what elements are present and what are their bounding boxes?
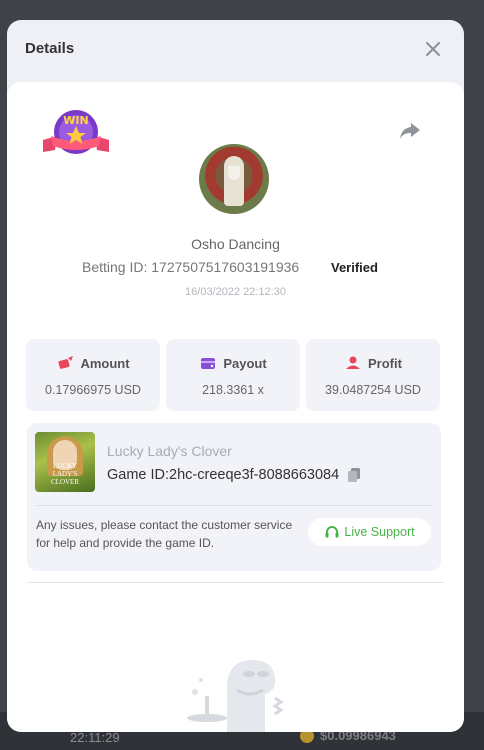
share-button[interactable] — [398, 118, 422, 142]
card-divider — [35, 505, 433, 506]
stat-profit: Profit 39.0487254 USD — [306, 339, 440, 411]
betting-id: Betting ID: 1727507517603191936 — [82, 259, 299, 275]
game-thumbnail[interactable]: LUCKY LADY'S CLOVER — [35, 432, 95, 492]
details-content: WIN Osho Dancing Betting ID: 17275075176… — [7, 82, 464, 732]
game-name: Osho Dancing — [191, 236, 280, 252]
game-id-label: Game ID: — [107, 467, 170, 483]
dinosaur-mascot-icon — [187, 660, 284, 732]
background-time: 22:11:29 — [70, 730, 120, 745]
stat-profit-value: 39.0487254 USD — [325, 383, 421, 397]
support-message: Any issues, please contact the customer … — [36, 518, 293, 550]
game-id: Game ID:2hc-creeqe3f-8088663084 — [107, 467, 361, 483]
share-arrow-icon — [400, 123, 420, 139]
profit-icon — [346, 356, 361, 369]
headset-icon — [325, 526, 339, 538]
game-thumbnail-caption: LUCKY LADY'S CLOVER — [51, 462, 79, 486]
stat-amount: Amount 0.17966975 USD — [26, 339, 160, 411]
game-title: Lucky Lady's Clover — [107, 443, 232, 459]
betting-id-value[interactable]: 1727507517603191936 — [151, 259, 299, 275]
wallet-icon — [201, 358, 216, 369]
bet-timestamp: 16/03/2022 22:12:30 — [185, 286, 286, 298]
game-info-card: LUCKY LADY'S CLOVER Lucky Lady's Clover … — [27, 423, 441, 571]
game-avatar — [199, 144, 269, 214]
verified-link[interactable]: Verified — [331, 260, 378, 275]
copy-icon[interactable] — [347, 467, 361, 483]
stat-amount-value: 0.17966975 USD — [45, 383, 141, 397]
game-id-value: 2hc-creeqe3f-8088663084 — [169, 467, 340, 483]
live-support-button[interactable]: Live Support — [308, 518, 431, 546]
svg-text:WIN: WIN — [63, 114, 88, 127]
close-button[interactable] — [422, 38, 444, 60]
betting-id-label: Betting ID: — [82, 259, 148, 275]
live-support-label: Live Support — [344, 525, 415, 539]
stat-payout: Payout 218.3361 x — [166, 339, 300, 411]
modal-title: Details — [25, 40, 75, 57]
modal-header: Details — [7, 20, 464, 80]
stat-amount-label: Amount — [80, 355, 130, 371]
stat-profit-label: Profit — [368, 355, 402, 371]
section-divider — [27, 582, 444, 583]
details-modal: Details WIN Osho Dancing Betting ID: 172… — [7, 20, 464, 732]
money-wings-icon — [58, 356, 74, 369]
win-badge-icon: WIN — [43, 110, 109, 154]
close-icon — [426, 42, 440, 56]
stat-payout-label: Payout — [223, 355, 267, 371]
stat-payout-value: 218.3361 x — [202, 383, 264, 397]
